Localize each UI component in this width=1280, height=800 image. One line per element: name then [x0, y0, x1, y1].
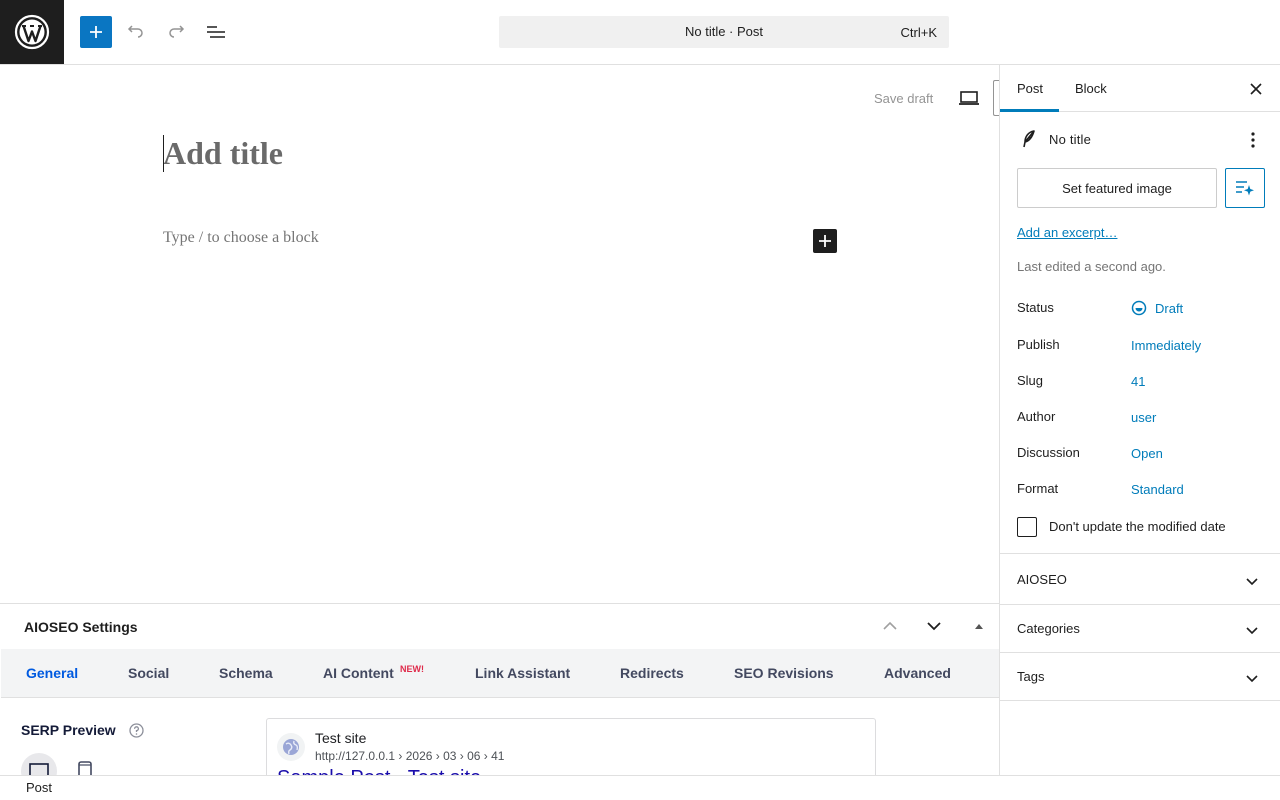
panel-aioseo-label: AIOSEO — [1017, 572, 1067, 587]
tab-advanced[interactable]: Advanced — [884, 665, 951, 681]
wordpress-logo-icon[interactable] — [0, 0, 64, 64]
editor-header: No title · Post Ctrl+K — [0, 0, 1280, 65]
help-icon[interactable] — [129, 723, 144, 738]
chevron-up-icon — [883, 621, 897, 630]
save-draft-button[interactable]: Save draft — [874, 91, 933, 106]
command-palette-bar[interactable]: No title · Post Ctrl+K — [499, 16, 949, 48]
panel-tags-label: Tags — [1017, 669, 1045, 684]
panel-aioseo[interactable]: AIOSEO — [1000, 553, 1280, 604]
last-edited-text: Last edited a second ago. — [1017, 259, 1166, 274]
move-down-button[interactable] — [922, 614, 946, 638]
serp-url: http://127.0.0.1 › 2026 › 03 › 06 › 41 — [315, 749, 505, 763]
status-label: Status — [1017, 300, 1054, 315]
caret-up-icon — [975, 624, 983, 629]
keyboard-shortcut: Ctrl+K — [900, 25, 937, 40]
undo-button[interactable] — [120, 16, 152, 48]
chevron-down-icon — [927, 622, 941, 631]
tab-post[interactable]: Post — [1017, 81, 1043, 96]
discussion-label: Discussion — [1017, 445, 1080, 460]
post-actions-button[interactable] — [1244, 128, 1262, 152]
block-inserter-toggle-button[interactable] — [80, 16, 112, 48]
panel-categories-label: Categories — [1017, 621, 1080, 636]
document-title: No title · Post — [684, 24, 764, 39]
panel-tags[interactable]: Tags — [1000, 652, 1280, 701]
desktop-preview-icon[interactable] — [958, 89, 980, 107]
modified-date-checkbox[interactable] — [1017, 517, 1037, 537]
breadcrumb-post[interactable]: Post — [26, 780, 52, 795]
more-vertical-icon — [1251, 132, 1255, 148]
close-icon — [1250, 83, 1262, 95]
author-label: Author — [1017, 409, 1056, 424]
serp-preview-label: SERP Preview — [21, 722, 116, 738]
discussion-value[interactable]: Open — [1131, 446, 1163, 461]
slug-label: Slug — [1017, 373, 1044, 388]
tab-redirects[interactable]: Redirects — [620, 665, 684, 681]
text-caret — [163, 135, 164, 172]
editor-canvas: Save draft Add title Type / to choose a … — [0, 65, 999, 603]
serp-headline: Sample Post - Test site — [277, 767, 481, 775]
draft-status-icon — [1131, 300, 1147, 316]
ai-image-button[interactable] — [1225, 168, 1265, 208]
status-value[interactable]: Draft — [1155, 301, 1183, 316]
document-overview-button[interactable] — [200, 16, 232, 48]
post-summary-title: No title — [1049, 132, 1092, 147]
redo-button[interactable] — [160, 16, 192, 48]
undo-icon — [127, 25, 143, 38]
tab-ai-content[interactable]: AI Content — [323, 665, 394, 681]
tab-link-assistant[interactable]: Link Assistant — [475, 665, 570, 681]
chevron-down-icon — [1246, 627, 1258, 635]
panel-categories[interactable]: Categories — [1000, 604, 1280, 652]
aioseo-tab-bar: General Social Schema AI Content NEW! Li… — [1, 649, 999, 698]
format-label: Format — [1017, 481, 1059, 496]
tab-general[interactable]: General — [26, 665, 78, 681]
modified-date-label: Don't update the modified date — [1049, 519, 1226, 534]
plus-icon — [819, 235, 831, 247]
globe-icon — [283, 739, 299, 755]
serp-preview-card: Test site http://127.0.0.1 › 2026 › 03 ›… — [266, 718, 876, 775]
toggle-panel-button[interactable] — [967, 614, 991, 638]
new-badge: NEW! — [400, 664, 424, 674]
publish-value[interactable]: Immediately — [1131, 338, 1201, 353]
redo-icon — [169, 25, 185, 38]
author-value[interactable]: user — [1131, 410, 1156, 425]
post-title-input[interactable]: Add title — [163, 135, 283, 172]
mobile-icon[interactable] — [76, 761, 94, 775]
ai-sparkle-icon — [1236, 181, 1254, 196]
settings-sidebar: Post Block No title Set featured image A… — [999, 65, 1280, 775]
slug-value[interactable]: 41 — [1131, 374, 1145, 389]
tab-social[interactable]: Social — [128, 665, 169, 681]
serp-site-name: Test site — [315, 730, 367, 746]
site-favicon — [277, 733, 305, 761]
plus-icon — [90, 26, 102, 38]
format-value[interactable]: Standard — [1131, 482, 1184, 497]
post-feather-icon — [1023, 130, 1035, 148]
serp-desktop-toggle[interactable] — [21, 753, 57, 775]
block-breadcrumb-bar: Post — [0, 775, 1280, 800]
inline-block-inserter-button[interactable] — [813, 229, 837, 253]
document-overview-icon — [207, 26, 225, 38]
tab-schema[interactable]: Schema — [219, 665, 273, 681]
close-sidebar-button[interactable] — [1244, 77, 1268, 101]
chevron-down-icon — [1246, 578, 1258, 586]
add-excerpt-link[interactable]: Add an excerpt… — [1017, 225, 1117, 240]
sidebar-tab-bar: Post Block — [1000, 65, 1280, 112]
move-up-button[interactable] — [878, 614, 902, 638]
tab-block[interactable]: Block — [1075, 81, 1107, 96]
aioseo-settings-metabox: AIOSEO Settings General Social Schema AI… — [0, 603, 999, 775]
desktop-icon — [29, 763, 49, 775]
tab-seo-revisions[interactable]: SEO Revisions — [734, 665, 834, 681]
default-block-appender[interactable]: Type / to choose a block — [163, 229, 319, 247]
set-featured-image-button[interactable]: Set featured image — [1017, 168, 1217, 208]
active-tab-indicator — [1000, 109, 1059, 112]
publish-label: Publish — [1017, 337, 1060, 352]
metabox-title: AIOSEO Settings — [24, 619, 138, 635]
chevron-down-icon — [1246, 675, 1258, 683]
